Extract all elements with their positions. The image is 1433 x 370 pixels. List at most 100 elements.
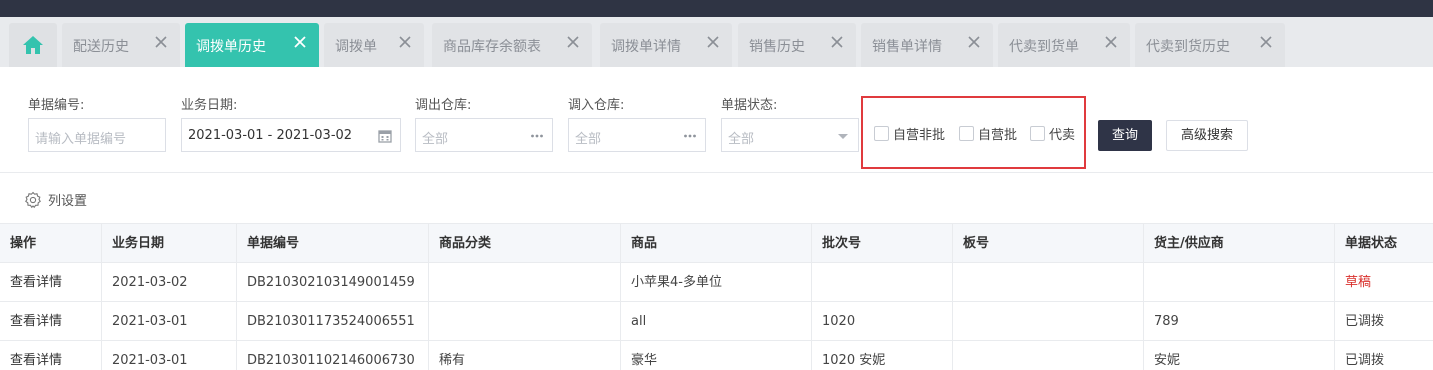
tab-transfer-detail[interactable]: 调拨单详情 [600,23,732,67]
ellipsis-icon[interactable] [683,129,697,143]
col-header-batch-no[interactable]: 批次号 [811,224,952,264]
cell-product: all [620,302,811,341]
tab-delivery-history[interactable]: 配送历史 [62,23,180,67]
table-row: 查看详情 2021-03-02 DB210302103149001459 小苹果… [0,263,1433,302]
cell-category [428,263,620,302]
cell-biz-date: 2021-03-02 [101,263,236,302]
cell-pallet-no [952,302,1143,341]
out-warehouse-label: 调出仓库: [415,98,472,113]
cell-status: 草稿 [1334,263,1433,302]
checkbox-box[interactable] [959,126,974,141]
gear-icon [25,191,41,208]
cell-supplier [1143,263,1334,302]
col-header-product[interactable]: 商品 [620,224,811,264]
tab-bar: 配送历史 调拨单历史 调拨单 商品库存余额表 调拨单详情 销售历史 销售单详情 … [0,17,1433,67]
query-button[interactable]: 查询 [1098,120,1152,151]
col-header-doc-no[interactable]: 单据编号 [236,224,428,264]
close-icon[interactable] [154,35,168,49]
table-row: 查看详情 2021-03-01 DB210301173524006551 all… [0,302,1433,341]
cell-doc-no: DB210301102146006730 [236,341,428,370]
tab-label: 代卖到货单 [1009,39,1079,55]
status-placeholder: 全部 [728,132,755,147]
checkbox-label: 代卖 [1049,128,1076,143]
biz-date-value: 2021-03-01 - 2021-03-02 [188,128,353,143]
col-header-category[interactable]: 商品分类 [428,224,620,264]
doc-no-placeholder: 请输入单据编号 [35,132,127,147]
cell-batch-no: 1020 [811,302,952,341]
cell-category [428,302,620,341]
close-icon[interactable] [1104,35,1118,49]
home-tab[interactable] [9,23,57,67]
column-settings[interactable]: 列设置 [24,190,87,209]
checkbox-self-op-batch[interactable]: 自营批 [959,124,1017,143]
table-row: 查看详情 2021-03-01 DB210301102146006730 稀有 … [0,341,1433,370]
tab-label: 调拨单 [335,39,377,55]
biz-date-range-input[interactable]: 2021-03-01 - 2021-03-02 [181,118,401,152]
tab-label: 配送历史 [73,39,129,55]
checkbox-consignment[interactable]: 代卖 [1030,124,1075,143]
checkbox-label: 自营批 [978,128,1018,143]
doc-no-input[interactable]: 请输入单据编号 [28,118,166,152]
close-icon[interactable] [293,35,307,49]
home-icon [23,36,43,54]
cell-status: 已调拨 [1334,341,1433,370]
tab-label: 销售历史 [749,39,805,55]
cell-pallet-no [952,263,1143,302]
tab-consignment-arrival[interactable]: 代卖到货单 [998,23,1130,67]
view-detail-link[interactable]: 查看详情 [0,263,101,302]
cell-supplier: 789 [1143,302,1334,341]
close-icon[interactable] [566,35,580,49]
status-label: 单据状态: [721,98,778,113]
cell-biz-date: 2021-03-01 [101,302,236,341]
view-detail-link[interactable]: 查看详情 [0,341,101,370]
column-settings-label: 列设置 [48,194,88,209]
tab-sales-history[interactable]: 销售历史 [738,23,856,67]
tab-sales-detail[interactable]: 销售单详情 [861,23,993,67]
cell-product: 豪华 [620,341,811,370]
out-warehouse-select[interactable]: 全部 [415,118,553,152]
col-header-supplier[interactable]: 货主/供应商 [1143,224,1334,264]
advanced-search-button[interactable]: 高级搜索 [1166,120,1248,151]
in-warehouse-label: 调入仓库: [568,98,625,113]
col-header-pallet-no[interactable]: 板号 [952,224,1143,264]
in-warehouse-placeholder: 全部 [575,132,602,147]
cell-status: 已调拨 [1334,302,1433,341]
checkbox-box[interactable] [874,126,889,141]
calendar-icon[interactable] [378,129,392,143]
checkbox-label: 自营非批 [893,128,946,143]
checkbox-self-op-non-batch[interactable]: 自营非批 [874,124,945,143]
col-header-status[interactable]: 单据状态 [1334,224,1433,264]
cell-category: 稀有 [428,341,620,370]
close-icon[interactable] [967,35,981,49]
cell-pallet-no [952,341,1143,370]
in-warehouse-select[interactable]: 全部 [568,118,706,152]
cell-doc-no: DB210302103149001459 [236,263,428,302]
col-header-biz-date[interactable]: 业务日期 [101,224,236,264]
tab-label: 商品库存余额表 [443,39,541,55]
tab-transfer-history[interactable]: 调拨单历史 [185,23,319,67]
cell-biz-date: 2021-03-01 [101,341,236,370]
checkbox-box[interactable] [1030,126,1045,141]
out-warehouse-placeholder: 全部 [422,132,449,147]
tab-label: 调拨单详情 [611,39,681,55]
tab-transfer-order[interactable]: 调拨单 [324,23,424,67]
tab-inventory-balance[interactable]: 商品库存余额表 [432,23,592,67]
chevron-down-icon[interactable] [836,129,850,143]
col-header-action[interactable]: 操作 [0,224,101,264]
close-icon[interactable] [706,35,720,49]
table-header: 操作 业务日期 单据编号 商品分类 商品 批次号 板号 货主/供应商 单据状态 [0,223,1433,264]
cell-supplier: 安妮 [1143,341,1334,370]
tab-label: 代卖到货历史 [1146,39,1230,55]
cell-batch-no [811,263,952,302]
ellipsis-icon[interactable] [530,129,544,143]
tab-consignment-arrival-history[interactable]: 代卖到货历史 [1135,23,1285,67]
biz-date-label: 业务日期: [181,98,238,113]
close-icon[interactable] [830,35,844,49]
doc-no-label: 单据编号: [28,98,85,113]
tab-label: 调拨单历史 [196,39,266,55]
cell-product: 小苹果4-多单位 [620,263,811,302]
view-detail-link[interactable]: 查看详情 [0,302,101,341]
close-icon[interactable] [398,35,412,49]
status-select[interactable]: 全部 [721,118,859,152]
close-icon[interactable] [1259,35,1273,49]
